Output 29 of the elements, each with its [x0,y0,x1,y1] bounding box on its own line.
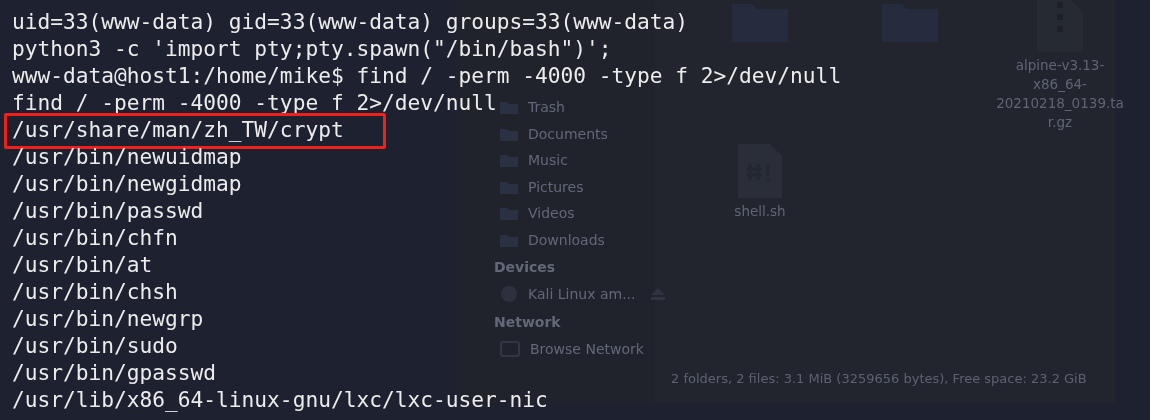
sidebar-item[interactable]: Downloads [528,231,605,248]
sidebar-item[interactable]: Trash [528,99,565,116]
terminal-line: /usr/bin/sudo [12,333,178,358]
sidebar-heading: Devices [494,258,557,277]
sidebar-item[interactable]: Music [528,152,568,169]
terminal-line: find / -perm -4000 -type f 2>/dev/null [12,90,497,115]
terminal-line: /usr/bin/at [12,252,153,277]
terminal-line: python3 -c 'import pty;pty.spawn("/bin/bash")'; [12,36,612,61]
sidebar-item[interactable]: Documents [528,125,608,142]
sidebar-item[interactable]: Browse Network [530,340,644,357]
terminal-line: /usr/bin/chfn [12,225,178,250]
terminal-line: /usr/lib/x86_64-linux-gnu/lxc/lxc-user-nic [12,387,548,412]
terminal-line: /usr/bin/gpasswd [12,360,217,385]
terminal-line: /usr/bin/newuidmap [12,144,242,169]
sidebar-item[interactable]: Kali Linux am... [528,286,636,303]
terminal-line: uid=33(www-data) gid=33(www-data) groups=33(www-data) [12,9,689,34]
file-name[interactable]: shell.sh [695,202,825,221]
terminal-line: /usr/bin/chsh [12,279,178,304]
status-text: 2 folders, 2 files: 3.1 MiB (3259656 bytes), Free space: 23.2 GiB [671,371,1087,386]
file-name[interactable]: alpine-v3.13-x86_64-20210218_0139.tar.gz [995,56,1125,132]
sidebar-item[interactable]: Pictures [528,178,584,195]
terminal-line: /usr/share/man/zh_TW/crypt [12,117,344,142]
sidebar-item[interactable]: Videos [528,205,575,222]
terminal-line: /usr/bin/newgrp [12,306,204,331]
network-icon [500,340,520,357]
sidebar-heading: Network [494,312,562,332]
terminal-line: /usr/bin/passwd [12,198,204,223]
terminal-line: www-data@host1:/home/mike$ find / -perm -4000 -type f 2>/dev/null [12,63,842,88]
terminal-line: /usr/bin/newgidmap [12,171,242,196]
